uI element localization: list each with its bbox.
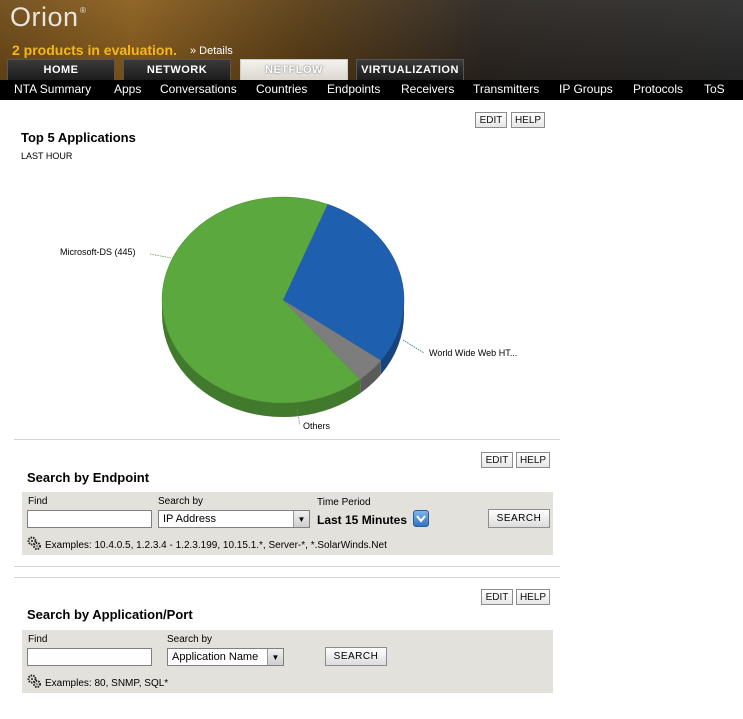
subnav-ip-groups[interactable]: IP Groups — [559, 82, 613, 96]
subnav-apps[interactable]: Apps — [114, 82, 141, 96]
endpoint-search-by-label: Search by — [158, 496, 204, 507]
subnav-conversations[interactable]: Conversations — [160, 82, 237, 96]
gears-icon — [27, 674, 41, 688]
time-period-label: Time Period — [317, 497, 371, 508]
app-search-by-value: Application Name — [172, 651, 259, 663]
tab-netflow[interactable]: NETFLOW — [240, 59, 348, 80]
pie-label: Microsoft-DS (445) — [60, 247, 136, 257]
top-apps-title: Top 5 Applications — [21, 130, 136, 145]
app-search-edit-button[interactable]: EDIT — [481, 589, 513, 605]
section-divider — [14, 566, 560, 567]
tab-network[interactable]: NETWORK — [123, 59, 231, 80]
app-search-title: Search by Application/Port — [27, 607, 193, 622]
subnav-receivers[interactable]: Receivers — [401, 82, 454, 96]
registered-mark: ® — [80, 6, 86, 15]
subnav-protocols[interactable]: Protocols — [633, 82, 683, 96]
app-search-panel: Find Search by Application Name ▼ SEARCH… — [22, 630, 553, 693]
subnav-countries[interactable]: Countries — [256, 82, 307, 96]
subnav-endpoints[interactable]: Endpoints — [327, 82, 380, 96]
top-apps-subtitle: LAST HOUR — [21, 151, 73, 161]
tab-netflow-label: NETFLOW — [265, 64, 323, 76]
time-period-dropdown-icon[interactable] — [413, 510, 429, 527]
app-find-label: Find — [28, 634, 48, 645]
top-apps-edit-button[interactable]: EDIT — [475, 112, 507, 128]
tab-network-label: NETWORK — [146, 64, 208, 76]
endpoint-search-title: Search by Endpoint — [27, 470, 150, 485]
app-search-by-select[interactable]: Application Name ▼ — [167, 648, 284, 666]
endpoint-edit-button[interactable]: EDIT — [481, 452, 513, 468]
endpoint-examples: Examples: 10.4.0.5, 1.2.3.4 - 1.2.3.199,… — [45, 540, 387, 551]
endpoint-search-by-select[interactable]: IP Address ▼ — [158, 510, 310, 528]
tab-home[interactable]: HOME — [7, 59, 115, 80]
app-search-by-label: Search by — [167, 634, 213, 645]
chevron-down-icon[interactable]: ▼ — [293, 511, 309, 527]
netflow-subnav: NTA Summary Apps Conversations Countries… — [0, 80, 743, 100]
pie-label: World Wide Web HT... — [429, 348, 517, 358]
evaluation-notice: 2 products in evaluation. — [12, 42, 177, 58]
top-apps-help-button[interactable]: HELP — [511, 112, 545, 128]
tab-home-label: HOME — [43, 64, 79, 76]
pie-label: Others — [303, 421, 331, 431]
app-find-input[interactable] — [27, 648, 152, 666]
app-examples: Examples: 80, SNMP, SQL* — [45, 678, 169, 689]
details-link[interactable]: » Details — [190, 45, 233, 57]
app-search-help-button[interactable]: HELP — [516, 589, 550, 605]
app-search-button[interactable]: SEARCH — [325, 647, 387, 666]
subnav-tos[interactable]: ToS — [704, 82, 725, 96]
pie-leader-line — [402, 339, 425, 354]
time-period-value[interactable]: Last 15 Minutes — [317, 513, 407, 527]
chevron-down-icon[interactable]: ▼ — [267, 649, 283, 665]
top-apps-pie-chart[interactable]: Microsoft-DS (445) World Wide Web HT... Ot… — [0, 170, 560, 450]
section-divider — [14, 577, 560, 578]
endpoint-search-panel: Find Search by IP Address ▼ Time Period … — [22, 492, 553, 555]
tab-virtualization-label: VIRTUALIZATION — [361, 64, 459, 76]
subnav-transmitters[interactable]: Transmitters — [473, 82, 539, 96]
endpoint-help-button[interactable]: HELP — [516, 452, 550, 468]
endpoint-find-label: Find — [28, 496, 48, 507]
tab-virtualization[interactable]: VIRTUALIZATION — [356, 59, 464, 80]
subnav-nta-summary[interactable]: NTA Summary — [14, 82, 91, 96]
endpoint-find-input[interactable] — [27, 510, 152, 528]
endpoint-search-by-value: IP Address — [163, 513, 216, 525]
endpoint-search-button[interactable]: SEARCH — [488, 509, 550, 528]
app-header: Orion ® 2 products in evaluation. » Deta… — [0, 0, 743, 80]
gears-icon — [27, 536, 41, 550]
orion-logo[interactable]: Orion — [10, 2, 79, 33]
section-divider — [14, 439, 560, 440]
